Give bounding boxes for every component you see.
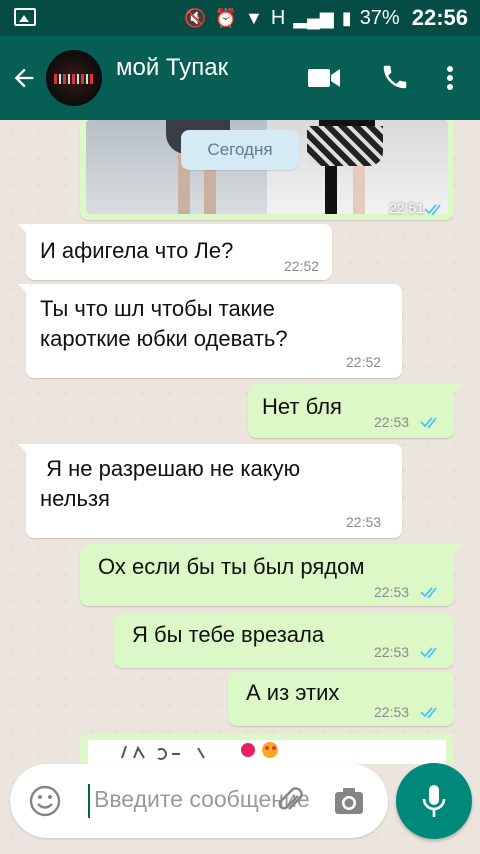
outgoing-message[interactable]: Нет бля 22:53	[248, 384, 462, 438]
bubble-tail	[18, 284, 30, 296]
bubble-tail	[18, 224, 30, 236]
wifi-icon: ▼	[245, 8, 263, 28]
contact-avatar[interactable]	[46, 50, 102, 106]
read-ticks-icon	[420, 587, 437, 599]
read-ticks-icon	[420, 647, 437, 659]
message-time: 22:53	[374, 584, 410, 600]
read-ticks-icon	[420, 707, 437, 719]
bubble-tail	[18, 444, 30, 456]
message-text: Нет бля	[262, 394, 342, 419]
message-text: Ты что шл чтобы такие кароткие юбки одев…	[40, 296, 288, 351]
outgoing-message[interactable]: А из этих 22:53	[228, 672, 454, 726]
photo-detail	[325, 166, 337, 214]
photo-detail	[307, 126, 383, 166]
status-bar: 🔇 ⏰ ▼ H ▂▄▆ ▮ 37% 22:56	[0, 0, 480, 36]
message-composer: Введите сообщение	[10, 764, 388, 838]
alarm-icon: ⏰	[214, 8, 238, 28]
message-text: А из этих	[246, 680, 340, 705]
chat-header: мой Тупак	[0, 36, 480, 120]
voice-message-button[interactable]	[396, 763, 472, 839]
network-type-label: H	[270, 6, 286, 29]
bubble-tail	[450, 544, 462, 556]
mute-icon: 🔇	[184, 8, 207, 28]
photo	[88, 740, 446, 764]
battery-icon: ▮	[341, 8, 352, 28]
text-caret	[88, 784, 90, 818]
incoming-message[interactable]: Ты что шл чтобы такие кароткие юбки одев…	[18, 284, 402, 378]
microphone-icon	[422, 785, 446, 817]
incoming-message[interactable]: И афигела что Ле? 22:52	[18, 224, 332, 280]
chat-area[interactable]: 22:51 Сегодня И афигела что Ле? 22:52 Ты…	[0, 120, 480, 854]
message-text: Ох если бы ты был рядом	[98, 554, 365, 579]
message-text: Я не разрешаю не какую нельзя	[40, 456, 301, 511]
message-time: 22:51	[388, 200, 424, 216]
battery-percent: 37%	[359, 6, 400, 29]
clock: 22:56	[411, 5, 468, 30]
message-text: И афигела что Ле?	[40, 238, 234, 263]
message-time: 22:53	[374, 704, 410, 720]
message-time: 22:53	[374, 644, 410, 660]
message-text: Я бы тебе врезала	[132, 622, 325, 647]
photo-detail	[353, 166, 365, 214]
message-time: 22:52	[284, 258, 320, 274]
date-divider: Сегодня	[181, 130, 299, 170]
read-ticks-icon	[420, 417, 437, 429]
phone-call-icon[interactable]	[380, 62, 410, 92]
attach-icon[interactable]	[276, 782, 306, 818]
outgoing-message[interactable]: Ох если бы ты был рядом 22:53	[80, 544, 462, 606]
more-options-icon[interactable]	[438, 62, 462, 94]
photo-content	[121, 742, 278, 760]
incoming-message[interactable]: Я не разрешаю не какую нельзя 22:53	[18, 444, 402, 538]
gallery-notification-icon	[14, 8, 36, 26]
contact-name[interactable]: мой Тупак	[116, 54, 228, 82]
message-time: 22:52	[346, 354, 382, 370]
outgoing-message[interactable]: Я бы тебе врезала 22:53	[114, 614, 454, 668]
bubble-tail	[450, 384, 462, 396]
back-arrow-icon[interactable]	[10, 64, 38, 92]
camera-icon[interactable]	[332, 784, 366, 818]
message-time: 22:53	[346, 514, 382, 530]
read-ticks-icon	[424, 204, 441, 216]
message-input[interactable]: Введите сообщение	[94, 786, 344, 813]
message-time: 22:53	[374, 414, 410, 430]
video-call-icon[interactable]	[306, 64, 342, 92]
signal-icon: ▂▄▆	[293, 8, 334, 28]
emoji-icon[interactable]	[28, 784, 62, 818]
image-message-partial[interactable]	[80, 734, 454, 764]
